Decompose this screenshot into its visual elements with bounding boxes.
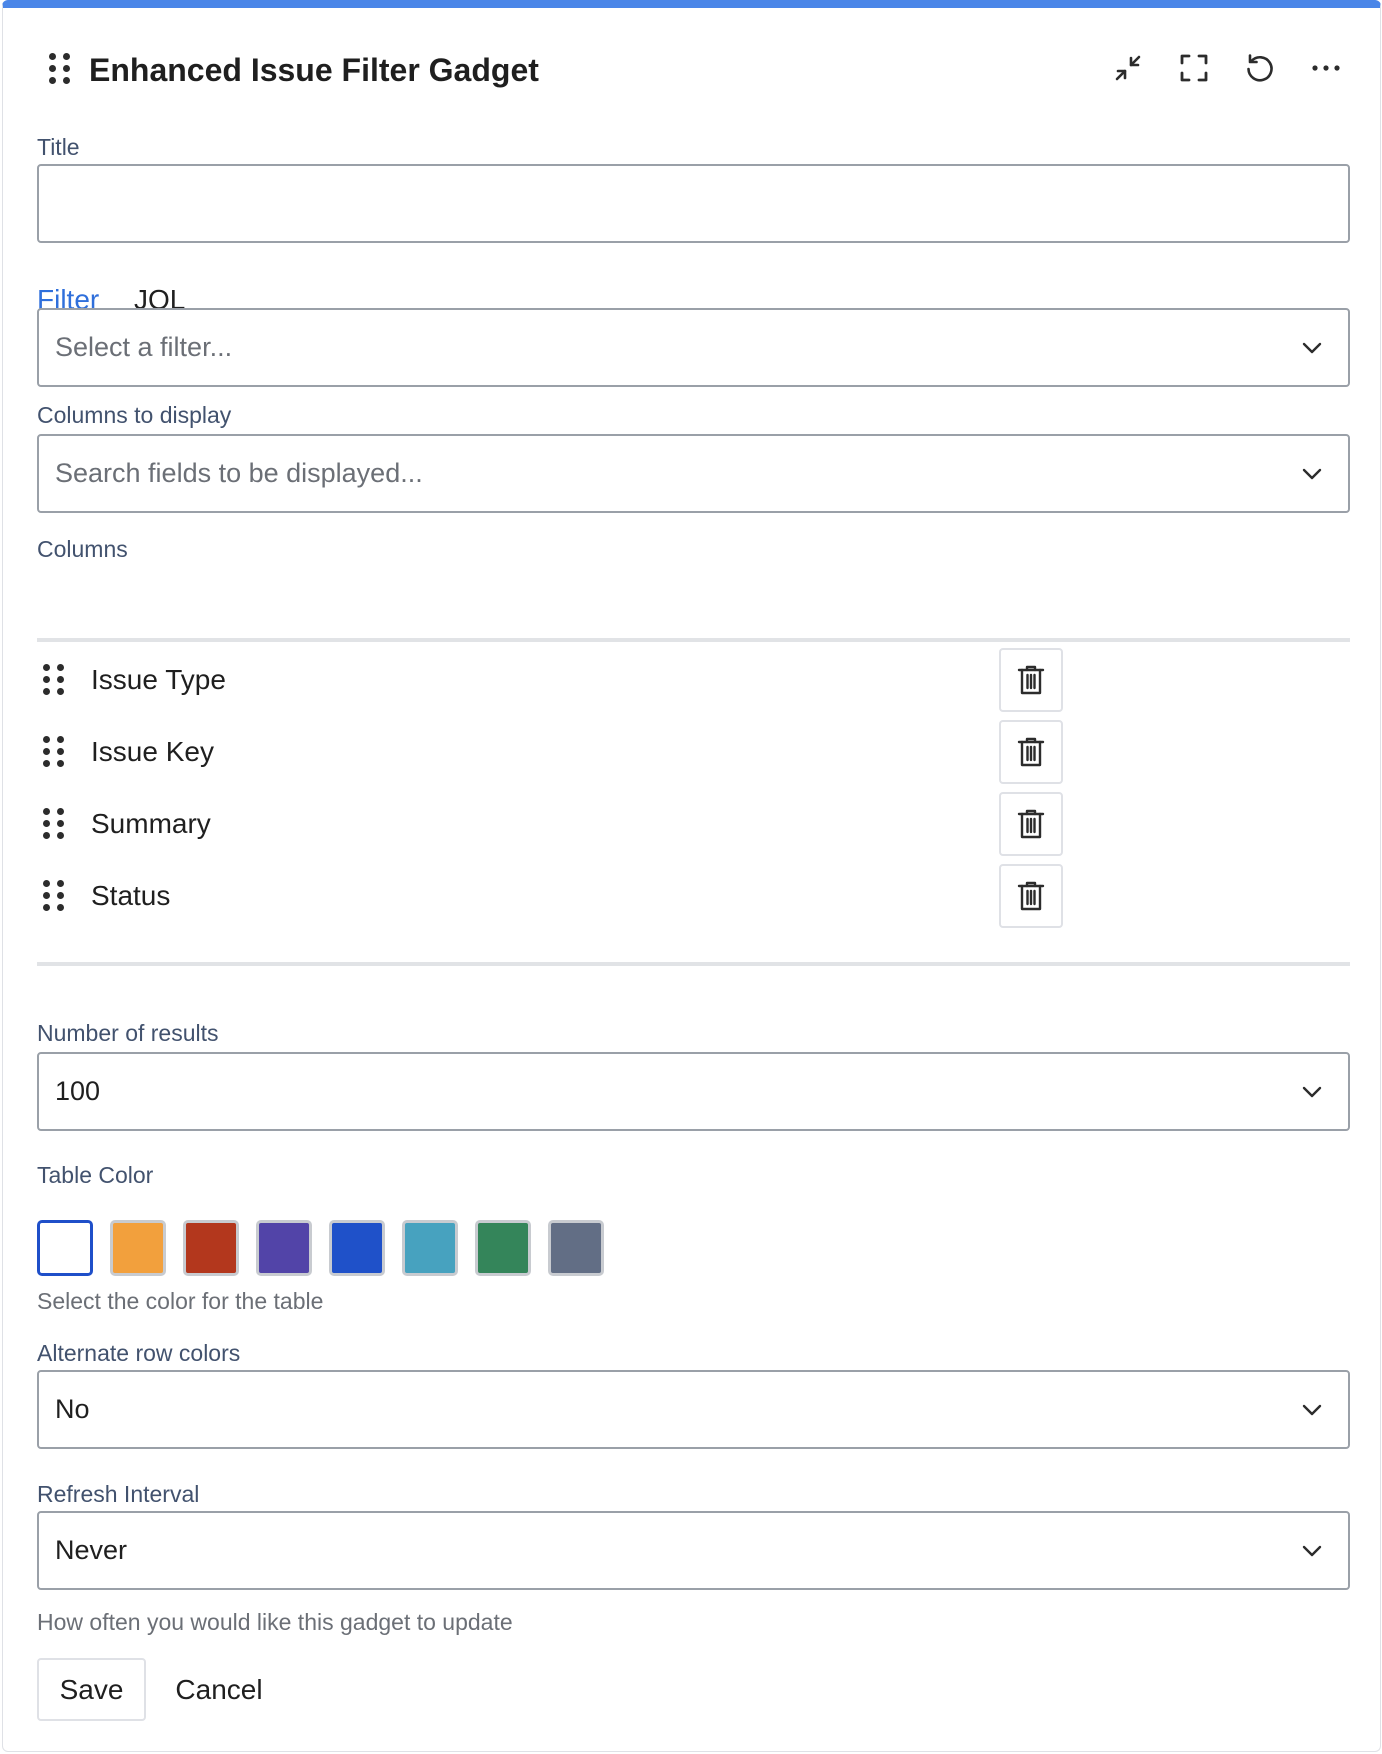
columns-list: Issue Type Issue Key Summary Status bbox=[37, 638, 1350, 966]
gadget-header-actions bbox=[1110, 50, 1344, 86]
color-swatch-purple[interactable] bbox=[256, 1220, 312, 1276]
drag-handle-icon[interactable] bbox=[43, 808, 65, 840]
column-row: Status bbox=[37, 858, 1350, 928]
delete-column-button[interactable] bbox=[999, 864, 1063, 928]
alternate-row-colors-value: No bbox=[55, 1394, 90, 1424]
column-name: Issue Type bbox=[91, 664, 226, 695]
title-input[interactable] bbox=[37, 164, 1350, 243]
filter-select-placeholder: Select a filter... bbox=[55, 332, 233, 362]
delete-column-button[interactable] bbox=[999, 792, 1063, 856]
minimize-icon[interactable] bbox=[1110, 50, 1146, 86]
chevron-down-icon bbox=[1302, 342, 1322, 354]
gadget-title: Enhanced Issue Filter Gadget bbox=[89, 52, 539, 88]
chevron-down-icon bbox=[1302, 1086, 1322, 1098]
trash-icon bbox=[1017, 809, 1045, 839]
columns-search-placeholder: Search fields to be displayed... bbox=[55, 458, 423, 488]
column-row: Issue Key bbox=[37, 714, 1350, 784]
save-button[interactable]: Save bbox=[37, 1658, 146, 1721]
number-of-results-value: 100 bbox=[55, 1076, 101, 1106]
number-of-results-select[interactable]: 100 bbox=[37, 1052, 1350, 1131]
color-swatch-white[interactable] bbox=[37, 1220, 93, 1276]
table-color-label: Table Color bbox=[37, 1162, 154, 1188]
cancel-button[interactable]: Cancel bbox=[164, 1658, 274, 1721]
columns-search-select[interactable]: Search fields to be displayed... bbox=[37, 434, 1350, 513]
table-color-helper: Select the color for the table bbox=[37, 1288, 324, 1314]
gadget-header: Enhanced Issue Filter Gadget bbox=[3, 8, 1380, 138]
column-name: Issue Key bbox=[91, 736, 214, 767]
columns-label: Columns bbox=[37, 536, 128, 562]
delete-column-button[interactable] bbox=[999, 720, 1063, 784]
refresh-interval-value: Never bbox=[55, 1535, 128, 1565]
color-swatch-green[interactable] bbox=[475, 1220, 531, 1276]
number-of-results-label: Number of results bbox=[37, 1020, 219, 1046]
fullscreen-icon[interactable] bbox=[1176, 50, 1212, 86]
refresh-interval-helper: How often you would like this gadget to … bbox=[37, 1609, 513, 1635]
drag-handle-icon[interactable] bbox=[43, 664, 65, 696]
refresh-interval-label: Refresh Interval bbox=[37, 1481, 200, 1507]
refresh-icon[interactable] bbox=[1242, 50, 1278, 86]
gadget-panel: Enhanced Issue Filter Gadget Title Filte… bbox=[2, 0, 1381, 1752]
column-row: Summary bbox=[37, 786, 1350, 856]
trash-icon bbox=[1017, 737, 1045, 767]
drag-handle-icon[interactable] bbox=[43, 736, 65, 768]
drag-handle-icon[interactable] bbox=[49, 53, 71, 85]
drag-handle-icon[interactable] bbox=[43, 880, 65, 912]
column-name: Summary bbox=[91, 808, 211, 839]
filter-select[interactable]: Select a filter... bbox=[37, 308, 1350, 387]
table-color-swatches bbox=[37, 1220, 604, 1276]
chevron-down-icon bbox=[1302, 1545, 1322, 1557]
columns-to-display-label: Columns to display bbox=[37, 402, 232, 428]
refresh-interval-select[interactable]: Never bbox=[37, 1511, 1350, 1590]
chevron-down-icon bbox=[1302, 468, 1322, 480]
color-swatch-slate[interactable] bbox=[548, 1220, 604, 1276]
trash-icon bbox=[1017, 881, 1045, 911]
chevron-down-icon bbox=[1302, 1404, 1322, 1416]
color-swatch-red[interactable] bbox=[183, 1220, 239, 1276]
alternate-row-colors-select[interactable]: No bbox=[37, 1370, 1350, 1449]
column-name: Status bbox=[91, 880, 171, 911]
title-label: Title bbox=[37, 134, 80, 160]
delete-column-button[interactable] bbox=[999, 648, 1063, 712]
color-swatch-blue[interactable] bbox=[329, 1220, 385, 1276]
alternate-row-colors-label: Alternate row colors bbox=[37, 1340, 241, 1366]
trash-icon bbox=[1017, 665, 1045, 695]
column-row: Issue Type bbox=[37, 642, 1350, 712]
more-options-icon[interactable] bbox=[1308, 50, 1344, 86]
color-swatch-teal[interactable] bbox=[402, 1220, 458, 1276]
color-swatch-orange[interactable] bbox=[110, 1220, 166, 1276]
